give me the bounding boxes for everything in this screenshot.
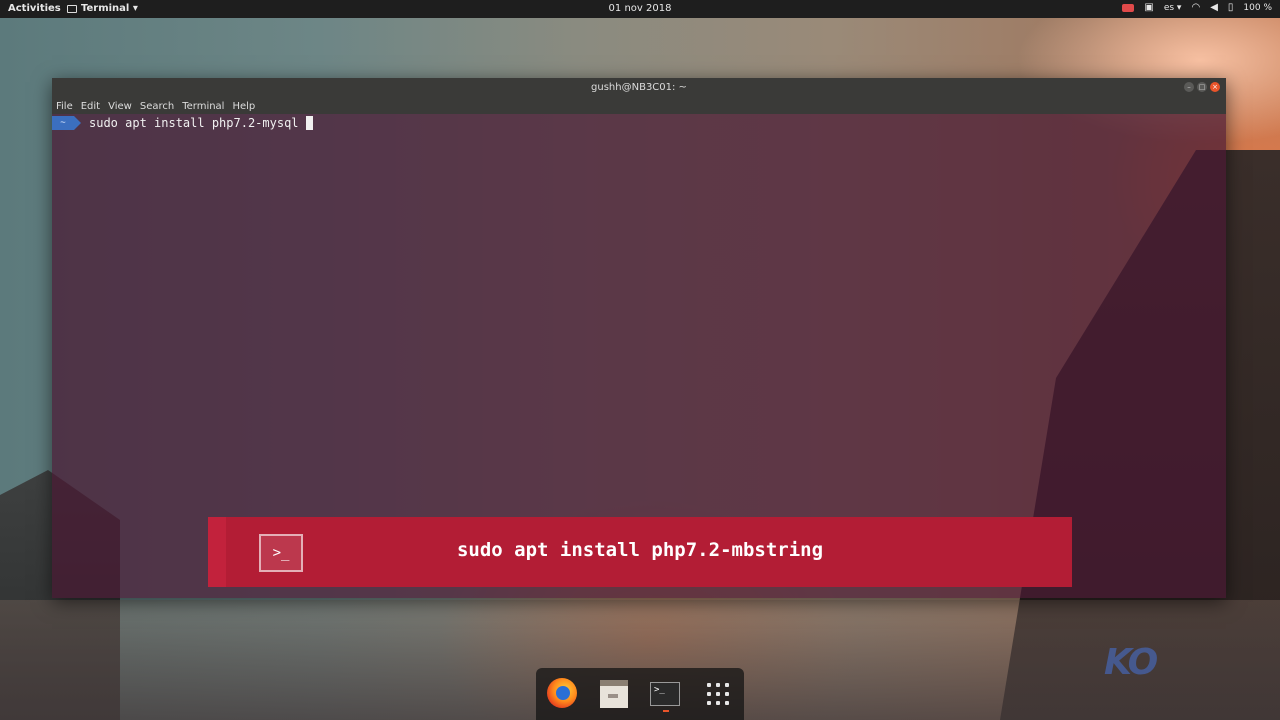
menu-edit[interactable]: Edit bbox=[81, 101, 100, 112]
window-titlebar[interactable]: gushh@NB3C01: ~ – □ × bbox=[52, 78, 1226, 98]
command-banner: >_ sudo apt install php7.2-mbstring bbox=[208, 517, 1072, 587]
menu-view[interactable]: View bbox=[108, 101, 132, 112]
command-input[interactable]: sudo apt install php7.2-mysql bbox=[89, 116, 299, 130]
terminal-running-indicator bbox=[663, 710, 669, 712]
clock[interactable]: 01 nov 2018 bbox=[0, 3, 1280, 14]
menu-file[interactable]: File bbox=[56, 101, 73, 112]
firefox-globe-icon bbox=[556, 686, 570, 700]
minimize-icon[interactable]: – bbox=[1184, 82, 1194, 92]
battery-icon[interactable]: ▯ bbox=[1228, 2, 1234, 14]
terminal-menubar: File Edit View Search Terminal Help bbox=[52, 98, 1226, 114]
app-menu-terminal[interactable]: Terminal ▾ bbox=[67, 3, 138, 14]
menu-search[interactable]: Search bbox=[140, 101, 174, 112]
terminal-icon: >_ bbox=[650, 682, 680, 706]
close-icon[interactable]: × bbox=[1210, 82, 1220, 92]
top-bar: Activities Terminal ▾ 01 nov 2018 ▣ es ▾… bbox=[0, 0, 1280, 18]
activities-button[interactable]: Activities bbox=[8, 3, 61, 14]
dock-files[interactable] bbox=[598, 678, 630, 710]
wifi-icon[interactable]: ◠ bbox=[1191, 2, 1200, 14]
dock-terminal[interactable]: >_ bbox=[650, 678, 682, 710]
clipboard-icon[interactable]: ▣ bbox=[1144, 2, 1153, 14]
banner-command-text: sudo apt install php7.2-mbstring bbox=[456, 539, 824, 561]
screen-record-icon[interactable] bbox=[1122, 4, 1135, 12]
text-cursor bbox=[305, 116, 313, 130]
volume-icon[interactable]: ◀ bbox=[1210, 2, 1218, 14]
show-applications-icon bbox=[707, 683, 729, 705]
window-controls: – □ × bbox=[1184, 82, 1220, 92]
watermark-logo-icon: KO bbox=[1104, 642, 1158, 683]
language-selector[interactable]: es ▾ bbox=[1164, 3, 1182, 13]
prompt-line[interactable]: ~ sudo apt install php7.2-mysql bbox=[52, 116, 313, 130]
terminal-app-icon bbox=[67, 4, 77, 13]
battery-percentage: 100 % bbox=[1243, 3, 1272, 13]
prompt-directory-badge: ~ bbox=[52, 116, 81, 130]
system-tray[interactable]: ▣ es ▾ ◠ ◀ ▯ 100 % bbox=[1122, 2, 1272, 14]
dock-show-applications[interactable] bbox=[702, 678, 734, 710]
menu-help[interactable]: Help bbox=[232, 101, 255, 112]
files-icon bbox=[600, 680, 628, 708]
app-menu-label: Terminal ▾ bbox=[81, 3, 138, 14]
window-title: gushh@NB3C01: ~ bbox=[591, 82, 687, 93]
dock-firefox[interactable] bbox=[547, 678, 579, 710]
menu-terminal[interactable]: Terminal bbox=[182, 101, 224, 112]
maximize-icon[interactable]: □ bbox=[1197, 82, 1207, 92]
dock: >_ bbox=[536, 668, 744, 720]
